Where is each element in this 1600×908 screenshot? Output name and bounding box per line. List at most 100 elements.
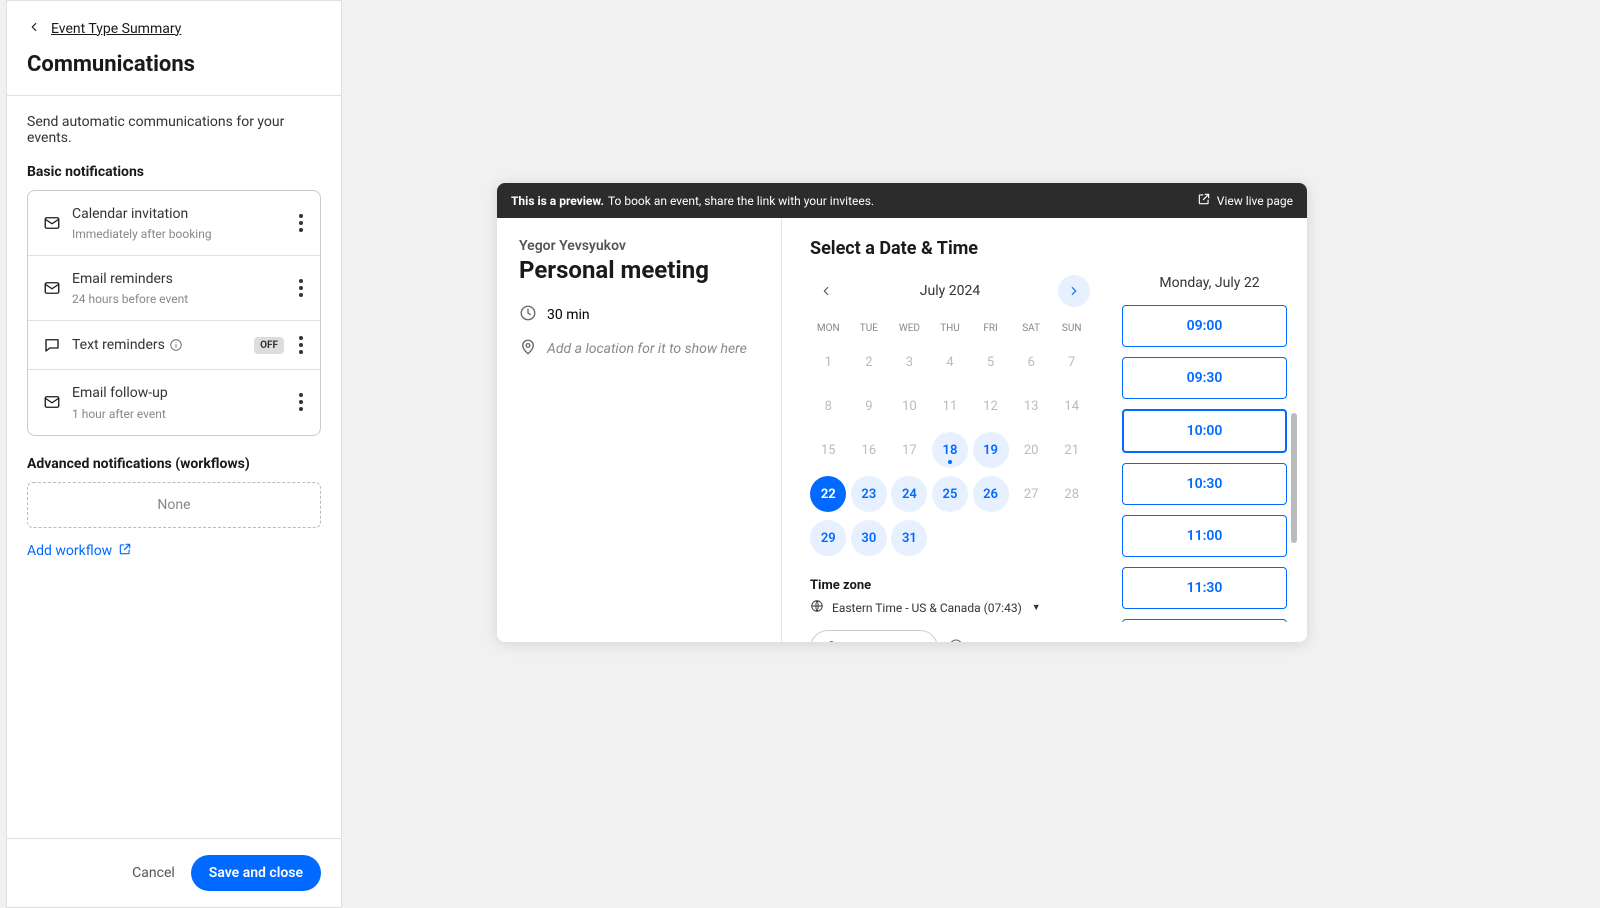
notification-row[interactable]: Text remindersOFF: [28, 321, 320, 370]
calendar-day: 27: [1013, 476, 1049, 512]
calendar-day: 3: [891, 344, 927, 380]
calendar-day: 4: [932, 344, 968, 380]
time-slot[interactable]: 10:30: [1122, 463, 1287, 505]
sidebar-body: Send automatic communications for your e…: [7, 96, 341, 838]
notification-subtitle: 1 hour after event: [72, 407, 292, 421]
day-of-week-label: TUE: [851, 319, 888, 338]
timezone-selector[interactable]: Eastern Time - US & Canada (07:43) ▼: [810, 599, 1090, 616]
calendar-day[interactable]: 18: [932, 432, 968, 468]
off-badge: OFF: [254, 337, 284, 354]
calendar-day: 1: [810, 344, 846, 380]
globe-icon: [810, 599, 824, 616]
view-live-page-label: View live page: [1217, 194, 1293, 208]
calendar-day: 10: [891, 388, 927, 424]
calendar-day[interactable]: 29: [810, 520, 846, 556]
calendar-day: 13: [1013, 388, 1049, 424]
calendar-day[interactable]: 25: [932, 476, 968, 512]
time-slot[interactable]: 09:00: [1122, 305, 1287, 347]
envelope-icon: [42, 392, 62, 412]
preview-body: Yegor Yevsyukov Personal meeting 30 min …: [497, 218, 1307, 642]
info-icon[interactable]: [948, 638, 964, 642]
notification-subtitle: Immediately after booking: [72, 227, 292, 241]
booking-area: Select a Date & Time July 2024 MONTUEWED…: [782, 218, 1307, 642]
more-options-button[interactable]: [292, 393, 310, 411]
envelope-icon: [42, 213, 62, 233]
troubleshoot-button[interactable]: Troubleshoot: [810, 630, 938, 642]
more-options-button[interactable]: [292, 214, 310, 232]
calendar-day: 21: [1054, 432, 1090, 468]
workflow-none: None: [27, 482, 321, 528]
more-options-button[interactable]: [292, 336, 310, 354]
cancel-button[interactable]: Cancel: [132, 865, 175, 881]
notification-title: Email reminders: [72, 270, 292, 288]
calendar-day[interactable]: 22: [810, 476, 846, 512]
time-slot[interactable]: 12:00: [1122, 619, 1287, 622]
times-column: Monday, July 22 09:00 09:30 10:00 10:30 11:0…: [1122, 275, 1297, 622]
add-workflow-label: Add workflow: [27, 543, 112, 559]
notification-row[interactable]: Calendar invitation Immediately after boo…: [28, 191, 320, 256]
time-slots-list: 09:00 09:30 10:00 10:30 11:00 11:30 12:00: [1122, 305, 1297, 622]
duration-label: 30 min: [547, 307, 590, 323]
calendar-day[interactable]: 23: [851, 476, 887, 512]
calendar-day: 15: [810, 432, 846, 468]
sidebar-footer: Cancel Save and close: [7, 838, 341, 907]
day-of-week-label: SUN: [1053, 319, 1090, 338]
page-title: Communications: [27, 52, 321, 77]
day-of-week-label: MON: [810, 319, 847, 338]
host-name: Yegor Yevsyukov: [519, 238, 759, 254]
more-options-button[interactable]: [292, 279, 310, 297]
notification-row[interactable]: Email follow-up 1 hour after event: [28, 370, 320, 434]
envelope-icon: [42, 278, 62, 298]
next-month-button[interactable]: [1058, 275, 1090, 307]
troubleshoot-row: Troubleshoot: [810, 630, 1090, 642]
notification-title: Calendar invitation: [72, 205, 292, 223]
preview-bar-text: This is a preview. To book an event, sha…: [511, 194, 874, 208]
preview-bar: This is a preview. To book an event, sha…: [497, 183, 1307, 218]
prev-month-button[interactable]: [810, 275, 842, 307]
selected-date-label: Monday, July 22: [1122, 275, 1297, 291]
calendar-header: July 2024: [810, 275, 1090, 307]
calendar-day[interactable]: 19: [973, 432, 1009, 468]
notification-row[interactable]: Email reminders24 hours before event: [28, 256, 320, 321]
calendar-day: 11: [932, 388, 968, 424]
location-placeholder: Add a location for it to show here: [547, 341, 747, 357]
select-date-time-title: Select a Date & Time: [810, 238, 1297, 259]
calendar-day: 20: [1013, 432, 1049, 468]
caret-down-icon: ▼: [1032, 602, 1041, 613]
day-of-week-label: THU: [932, 319, 969, 338]
basic-notifications-label: Basic notifications: [27, 164, 321, 180]
calendar-day: 7: [1054, 344, 1090, 380]
sidebar: Event Type Summary Communications Send a…: [6, 0, 342, 908]
time-slot[interactable]: 11:00: [1122, 515, 1287, 557]
calendar: July 2024 MONTUEWEDTHUFRISATSUN123456789…: [810, 275, 1090, 622]
page-description: Send automatic communications for your e…: [27, 114, 321, 146]
calendar-and-times: July 2024 MONTUEWEDTHUFRISATSUN123456789…: [810, 275, 1297, 622]
calendar-day: 8: [810, 388, 846, 424]
timezone-value: Eastern Time - US & Canada (07:43): [832, 601, 1022, 615]
scrollbar[interactable]: [1291, 413, 1297, 543]
chat-icon: [42, 335, 62, 355]
sidebar-header: Event Type Summary Communications: [7, 1, 341, 96]
event-title: Personal meeting: [519, 256, 759, 284]
calendar-day: 2: [851, 344, 887, 380]
calendar-day[interactable]: 24: [891, 476, 927, 512]
day-of-week-label: WED: [891, 319, 928, 338]
preview-panel: This is a preview. To book an event, sha…: [497, 183, 1307, 642]
add-workflow-button[interactable]: Add workflow: [27, 542, 321, 560]
info-icon[interactable]: [165, 337, 183, 353]
calendar-day[interactable]: 30: [851, 520, 887, 556]
notification-title: Email follow-up: [72, 384, 292, 402]
save-button[interactable]: Save and close: [191, 855, 321, 891]
time-slot[interactable]: 09:30: [1122, 357, 1287, 399]
calendar-day[interactable]: 31: [891, 520, 927, 556]
view-live-page-button[interactable]: View live page: [1197, 192, 1293, 209]
time-slot[interactable]: 10:00: [1122, 409, 1287, 453]
location-row[interactable]: Add a location for it to show here: [519, 338, 759, 360]
calendar-day[interactable]: 26: [973, 476, 1009, 512]
calendar-day: 17: [891, 432, 927, 468]
day-of-week-label: SAT: [1013, 319, 1050, 338]
calendar-day: 6: [1013, 344, 1049, 380]
day-of-week-label: FRI: [972, 319, 1009, 338]
back-button[interactable]: Event Type Summary: [27, 19, 321, 38]
time-slot[interactable]: 11:30: [1122, 567, 1287, 609]
